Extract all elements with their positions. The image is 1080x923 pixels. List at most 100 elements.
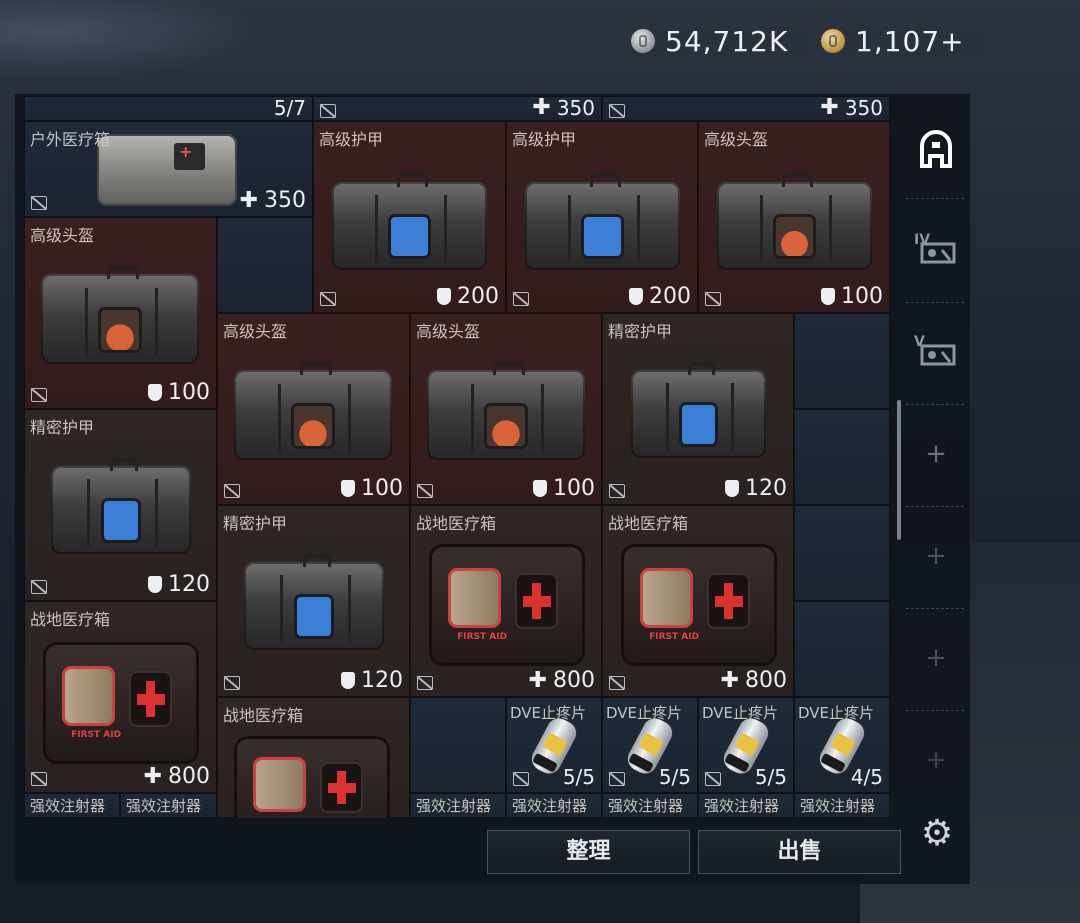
item-outdoor-medkit[interactable]: 户外医疗箱 ✚350 xyxy=(24,121,313,217)
helmet-bag-image xyxy=(33,266,207,364)
item-advanced-helmet[interactable]: 高级头盔 100 xyxy=(698,121,890,313)
add-slot-2[interactable]: + xyxy=(906,508,964,609)
inventory-grid: 5/7 ✚350 ✚350 户外医疗箱 ✚350 高级护甲 200 高级护甲 2… xyxy=(24,96,890,818)
empty-slot[interactable] xyxy=(410,697,506,793)
item-precision-armor[interactable]: 精密护甲 120 xyxy=(602,313,794,505)
item-advanced-armor[interactable]: 高级护甲 200 xyxy=(313,121,506,313)
shield-icon xyxy=(725,480,739,497)
item-field-medkit[interactable]: 战地医疗箱 xyxy=(217,697,410,818)
plus-icon: ✚ xyxy=(239,188,258,213)
item-precision-armor[interactable]: 精密护甲 120 xyxy=(217,505,410,697)
item-value: 120 xyxy=(361,668,403,693)
backpack-tab[interactable] xyxy=(906,98,964,199)
armor-bag-image xyxy=(623,362,774,458)
no-image-icon xyxy=(705,292,721,306)
item-cell-partial[interactable]: 强效注射器 xyxy=(794,793,890,818)
outdoor-medkit-image xyxy=(97,134,237,206)
no-image-icon xyxy=(417,484,433,498)
item-label: 强效注射器 xyxy=(608,797,684,815)
item-label: 战地医疗箱 xyxy=(30,610,111,629)
sort-button[interactable]: 整理 xyxy=(487,830,690,874)
item-cell-partial[interactable]: 强效注射器 xyxy=(698,793,794,818)
item-label: DVE止疼片 xyxy=(702,704,779,722)
empty-slot[interactable] xyxy=(794,601,890,697)
item-cell-partial[interactable]: 强效注射器 xyxy=(602,793,698,818)
item-cell-partial[interactable]: ✚ 350 xyxy=(602,96,890,121)
item-precision-armor[interactable]: 精密护甲 120 xyxy=(24,409,217,601)
scrollbar[interactable] xyxy=(897,400,901,540)
shield-icon xyxy=(341,480,355,497)
container-sidebar: IV V + + + + xyxy=(906,98,964,818)
item-advanced-armor[interactable]: 高级护甲 200 xyxy=(506,121,698,313)
item-value: 200 xyxy=(649,284,691,309)
item-cell-partial[interactable]: 强效注射器 xyxy=(506,793,602,818)
empty-slot[interactable] xyxy=(794,409,890,505)
no-image-icon xyxy=(31,196,47,210)
item-cell-partial[interactable]: ✚ 350 xyxy=(313,96,602,121)
plus-icon: + xyxy=(925,439,947,469)
case-iv-tab[interactable]: IV xyxy=(906,202,964,303)
shield-icon xyxy=(148,384,162,401)
item-cell-partial[interactable]: 强效注射器 xyxy=(410,793,506,818)
item-dve-painkiller[interactable]: DVE止疼片 4/5 xyxy=(794,697,890,793)
armor-bag-image xyxy=(43,458,199,554)
backpack-icon xyxy=(920,130,952,168)
item-value: 100 xyxy=(361,476,403,501)
item-count: 5/5 xyxy=(562,765,595,789)
gear-icon[interactable]: ⚙ xyxy=(918,815,956,853)
shield-icon xyxy=(821,288,835,305)
item-field-medkit[interactable]: FIRST AID 战地医疗箱 ✚ 800 xyxy=(410,505,602,697)
item-value: 800 xyxy=(745,668,787,693)
item-value: 120 xyxy=(745,476,787,501)
item-count: 4/5 xyxy=(850,765,883,789)
case-v-tab[interactable]: V xyxy=(906,304,964,405)
item-cell-partial[interactable]: 强效注射器 xyxy=(120,793,217,818)
add-slot-4[interactable]: + xyxy=(906,712,964,802)
gold-currency: 1,107+ xyxy=(815,24,983,58)
item-cell-partial[interactable]: 5/7 xyxy=(24,96,313,121)
item-label: 高级护甲 xyxy=(512,130,577,149)
no-image-icon xyxy=(320,292,336,306)
empty-slot[interactable] xyxy=(217,217,313,313)
empty-slot[interactable] xyxy=(794,505,890,601)
item-label: DVE止疼片 xyxy=(606,704,683,722)
item-label: 强效注射器 xyxy=(416,797,492,815)
add-slot-3[interactable]: + xyxy=(906,610,964,711)
gold-currency-value: 1,107+ xyxy=(855,24,965,58)
no-image-icon xyxy=(609,484,625,498)
item-label: 强效注射器 xyxy=(800,797,876,815)
item-value: 350 xyxy=(264,188,306,213)
no-image-icon xyxy=(31,772,47,786)
plus-icon: ✚ xyxy=(720,668,739,693)
empty-slot[interactable] xyxy=(794,313,890,409)
item-value: 350 xyxy=(556,96,595,120)
item-field-medkit[interactable]: FIRST AID 战地医疗箱 ✚ 800 xyxy=(602,505,794,697)
item-dve-painkiller[interactable]: DVE止疼片 5/5 xyxy=(602,697,698,793)
add-slot-1[interactable]: + xyxy=(906,406,964,507)
item-label: 战地医疗箱 xyxy=(416,514,497,533)
item-label: 高级头盔 xyxy=(223,322,288,341)
item-advanced-helmet[interactable]: 高级头盔 100 xyxy=(217,313,410,505)
first-aid-kit-image: FIRST AID xyxy=(621,544,777,666)
item-label: 户外医疗箱 xyxy=(30,130,111,149)
item-field-medkit[interactable]: FIRST AID 战地医疗箱 ✚ 800 xyxy=(24,601,217,793)
item-dve-painkiller[interactable]: DVE止疼片 5/5 xyxy=(698,697,794,793)
item-label: 战地医疗箱 xyxy=(223,706,304,725)
helmet-bag-image xyxy=(226,362,400,460)
background-light xyxy=(0,0,260,80)
item-advanced-helmet[interactable]: 高级头盔 100 xyxy=(410,313,602,505)
plus-icon: ✚ xyxy=(820,96,839,120)
item-advanced-helmet[interactable]: 高级头盔 100 xyxy=(24,217,217,409)
plus-icon: + xyxy=(925,745,947,775)
first-aid-kit-image: FIRST AID xyxy=(43,642,199,764)
no-image-icon xyxy=(513,292,529,306)
item-label: 战地医疗箱 xyxy=(608,514,689,533)
sell-button[interactable]: 出售 xyxy=(698,830,901,874)
item-dve-painkiller[interactable]: DVE止疼片 5/5 xyxy=(506,697,602,793)
no-image-icon xyxy=(609,104,625,118)
shield-icon xyxy=(341,672,355,689)
no-image-icon xyxy=(513,772,529,786)
no-image-icon xyxy=(224,676,240,690)
item-value: 120 xyxy=(168,572,210,597)
item-cell-partial[interactable]: 强效注射器 xyxy=(24,793,120,818)
